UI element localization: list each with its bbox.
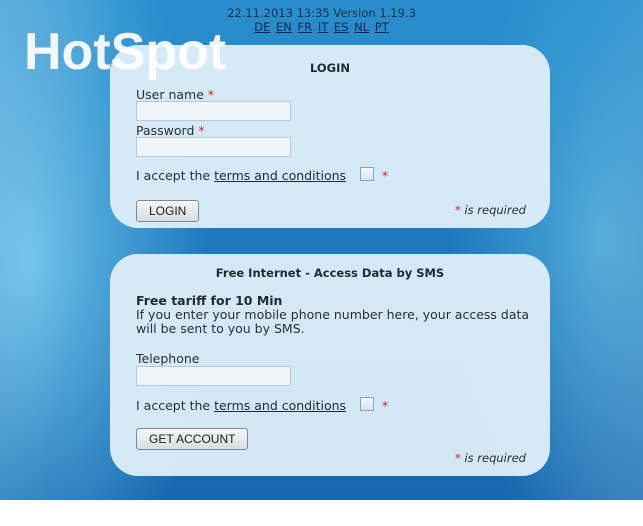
language-link-es[interactable]: ES [334,20,349,34]
sms-terms-row: I accept the terms and conditions * [136,397,388,413]
terms-link[interactable]: terms and conditions [214,168,346,183]
language-link-pt[interactable]: PT [375,20,389,34]
sms-title: Free Internet - Access Data by SMS [215,266,445,280]
accept-text: I accept the [136,398,211,413]
language-links: DE EN FR IT ES NL PT [253,20,390,34]
telephone-input[interactable] [136,366,291,386]
password-label-text: Password [136,123,195,138]
language-link-nl[interactable]: NL [354,20,369,34]
required-note-text: is required [464,451,526,465]
login-terms-row: I accept the terms and conditions * [136,167,388,183]
terms-link[interactable]: terms and conditions [214,398,346,413]
required-note: * is required [455,451,526,465]
required-star: * [382,168,389,183]
hotspot-logo: HotSpot [24,23,227,81]
required-star: * [455,451,461,465]
tariff-text: Free tariff for 10 Min [136,293,283,308]
required-star: * [382,398,389,413]
sms-panel: Free Internet - Access Data by SMS Free … [110,254,550,476]
required-note: * is required [455,203,526,217]
language-link-fr[interactable]: FR [298,20,313,34]
sms-description-text: If you enter your mobile phone number he… [136,307,530,336]
get-account-button[interactable]: GET ACCOUNT [136,428,249,450]
language-link-it[interactable]: IT [318,20,328,34]
accept-text: I accept the [136,168,211,183]
language-link-de[interactable]: DE [254,20,270,34]
login-button[interactable]: LOGIN [136,200,200,222]
username-label-text: User name [136,87,204,102]
username-input[interactable] [136,101,291,121]
required-star: * [207,87,215,102]
password-input[interactable] [136,137,291,157]
page-bottom [0,500,643,526]
accept-terms-checkbox[interactable] [360,167,375,181]
required-star: * [198,123,205,138]
username-label: User name * [136,87,214,102]
language-link-en[interactable]: EN [276,20,292,34]
password-label: Password * [136,123,205,138]
telephone-label: Telephone [136,351,200,366]
version-line: 22.11.2013 13:35 Version 1.19.3 [227,6,416,20]
accept-terms-checkbox[interactable] [360,397,375,411]
required-star: * [455,203,461,217]
sms-description: Free tariff for 10 Min If you enter your… [136,294,536,336]
required-note-text: is required [464,203,526,217]
